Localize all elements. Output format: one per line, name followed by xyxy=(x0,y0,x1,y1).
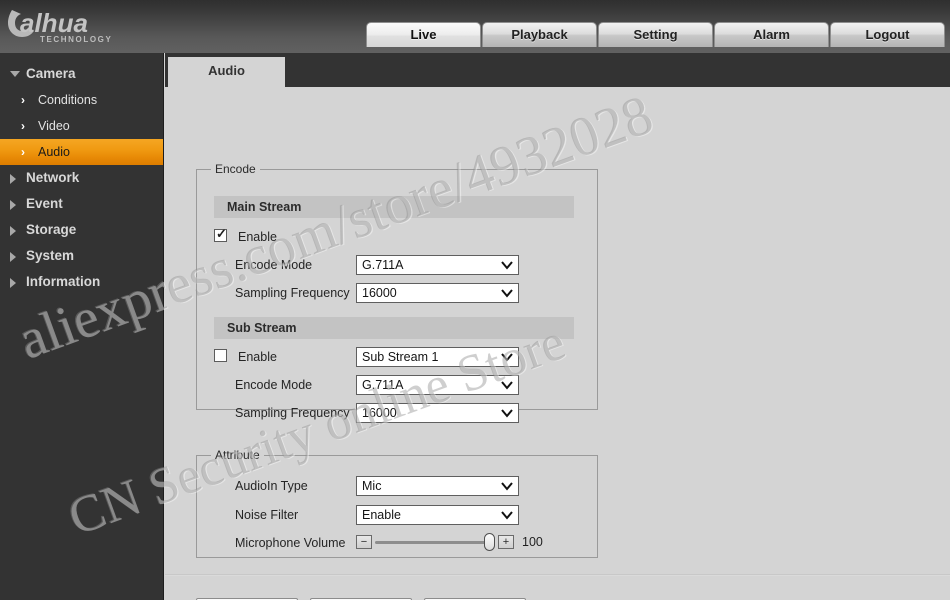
main-stream-enable-checkbox[interactable]: ✓ xyxy=(214,226,227,242)
attribute-group: Attribute AudioIn Type Mic Noise Filter … xyxy=(196,448,598,558)
tab-audio[interactable]: Audio xyxy=(168,57,285,87)
noise-filter-label: Noise Filter xyxy=(235,508,299,522)
triangle-right-icon xyxy=(10,252,16,262)
sidebar-item-label: Network xyxy=(26,170,80,185)
select-value: Mic xyxy=(362,479,382,493)
microphone-volume-row: Microphone Volume − + 100 xyxy=(214,532,584,554)
nav-tab-logout[interactable]: Logout xyxy=(830,22,945,47)
sidebar-item-conditions[interactable]: › Conditions xyxy=(0,87,163,113)
checkmark-icon: ✓ xyxy=(216,226,227,241)
slider-thumb[interactable] xyxy=(484,533,495,551)
main-stream-encode-mode-label: Encode Mode xyxy=(235,258,313,272)
page-tabbar: Audio xyxy=(165,53,950,87)
sidebar-item-audio[interactable]: › Audio xyxy=(0,139,163,165)
triangle-right-icon xyxy=(10,278,16,288)
noise-filter-row: Noise Filter Enable xyxy=(214,504,574,526)
microphone-volume-value: 100 xyxy=(522,535,543,549)
sub-stream-encode-mode-select[interactable]: G.711A xyxy=(356,375,519,395)
volume-increase-button[interactable]: + xyxy=(498,535,514,549)
main-stream-header: Main Stream xyxy=(214,196,574,218)
sub-stream-encode-mode-label: Encode Mode xyxy=(235,378,313,392)
audioin-type-label: AudioIn Type xyxy=(235,479,308,493)
select-value: Enable xyxy=(362,508,401,522)
main-nav-tabs: Live Playback Setting Alarm Logout xyxy=(366,22,945,47)
main-stream-sampling-frequency-label: Sampling Frequency xyxy=(235,286,350,300)
slider-track[interactable] xyxy=(375,541,495,544)
main-stream-enable-label: Enable xyxy=(238,230,277,244)
main-stream-encode-mode-row: Encode Mode G.711A xyxy=(214,254,574,276)
nav-tab-live[interactable]: Live xyxy=(366,22,481,47)
sub-stream-sampling-frequency-select[interactable]: 16000 xyxy=(356,403,519,423)
svg-text:TECHNOLOGY: TECHNOLOGY xyxy=(40,35,112,44)
chevron-down-icon xyxy=(501,509,513,521)
encode-group-legend: Encode xyxy=(215,162,256,176)
dahua-logo: alhua TECHNOLOGY xyxy=(8,4,156,44)
select-value: G.711A xyxy=(362,258,404,272)
nav-tab-playback[interactable]: Playback xyxy=(482,22,597,47)
panel-divider xyxy=(165,574,950,576)
sidebar-item-label: Conditions xyxy=(38,93,98,107)
triangle-right-icon xyxy=(10,174,16,184)
app-header: alhua TECHNOLOGY Live Playback Setting A… xyxy=(0,0,950,53)
sub-stream-enable-label: Enable xyxy=(238,350,277,364)
sidebar-item-event[interactable]: Event xyxy=(0,191,163,217)
sidebar-item-label: Information xyxy=(26,274,101,289)
audio-settings-panel: Encode Main Stream ✓ Enable Encode Mode … xyxy=(165,87,950,600)
chevron-down-icon xyxy=(501,351,513,363)
sidebar-item-system[interactable]: System xyxy=(0,243,163,269)
chevron-right-icon: › xyxy=(21,145,25,159)
svg-text:alhua: alhua xyxy=(20,8,88,38)
chevron-right-icon: › xyxy=(21,93,25,107)
select-value: 16000 xyxy=(362,406,397,420)
sidebar-item-label: Storage xyxy=(26,222,77,237)
sidebar-item-label: Event xyxy=(26,196,63,211)
main-stream-encode-mode-select[interactable]: G.711A xyxy=(356,255,519,275)
dahua-camera-web-ui: alhua TECHNOLOGY Live Playback Setting A… xyxy=(0,0,950,600)
select-value: G.711A xyxy=(362,378,404,392)
sub-stream-header: Sub Stream xyxy=(214,317,574,339)
sub-stream-enable-row: Enable Sub Stream 1 xyxy=(214,346,574,368)
attribute-group-legend: Attribute xyxy=(215,448,260,462)
chevron-down-icon xyxy=(501,259,513,271)
triangle-right-icon xyxy=(10,226,16,236)
sub-stream-enable-checkbox[interactable] xyxy=(214,349,227,362)
sidebar-item-label: Audio xyxy=(38,145,70,159)
select-value: Sub Stream 1 xyxy=(362,350,439,364)
sidebar-nav: Camera › Conditions › Video › Audio Netw… xyxy=(0,53,164,600)
select-value: 16000 xyxy=(362,286,397,300)
volume-decrease-button[interactable]: − xyxy=(356,535,372,549)
encode-group: Encode Main Stream ✓ Enable Encode Mode … xyxy=(196,162,598,423)
microphone-volume-label: Microphone Volume xyxy=(235,536,346,550)
sub-stream-select[interactable]: Sub Stream 1 xyxy=(356,347,519,367)
content-area: Audio Encode Main Stream ✓ Enable Encode… xyxy=(165,53,950,600)
chevron-right-icon: › xyxy=(21,119,25,133)
main-stream-sampling-frequency-select[interactable]: 16000 xyxy=(356,283,519,303)
main-stream-enable-row: ✓ Enable xyxy=(214,226,574,248)
sub-stream-encode-mode-row: Encode Mode G.711A xyxy=(214,374,574,396)
sidebar-item-information[interactable]: Information xyxy=(0,269,163,295)
chevron-down-icon xyxy=(501,287,513,299)
nav-tab-setting[interactable]: Setting xyxy=(598,22,713,47)
chevron-down-icon xyxy=(501,379,513,391)
sidebar-item-label: System xyxy=(26,248,75,263)
sidebar-item-label: Camera xyxy=(26,66,76,81)
sidebar-item-network[interactable]: Network xyxy=(0,165,163,191)
nav-tab-alarm[interactable]: Alarm xyxy=(714,22,829,47)
triangle-down-icon xyxy=(10,71,20,77)
sidebar-item-camera[interactable]: Camera xyxy=(0,61,163,87)
microphone-volume-slider[interactable]: − + 100 xyxy=(356,532,581,552)
triangle-right-icon xyxy=(10,200,16,210)
chevron-down-icon xyxy=(501,407,513,419)
chevron-down-icon xyxy=(501,480,513,492)
sub-stream-sampling-frequency-label: Sampling Frequency xyxy=(235,406,350,420)
sidebar-item-storage[interactable]: Storage xyxy=(0,217,163,243)
sidebar-item-label: Video xyxy=(38,119,70,133)
audioin-type-select[interactable]: Mic xyxy=(356,476,519,496)
audioin-type-row: AudioIn Type Mic xyxy=(214,475,574,497)
noise-filter-select[interactable]: Enable xyxy=(356,505,519,525)
main-stream-sampling-frequency-row: Sampling Frequency 16000 xyxy=(214,282,574,304)
sidebar-item-video[interactable]: › Video xyxy=(0,113,163,139)
sub-stream-sampling-frequency-row: Sampling Frequency 16000 xyxy=(214,402,574,424)
